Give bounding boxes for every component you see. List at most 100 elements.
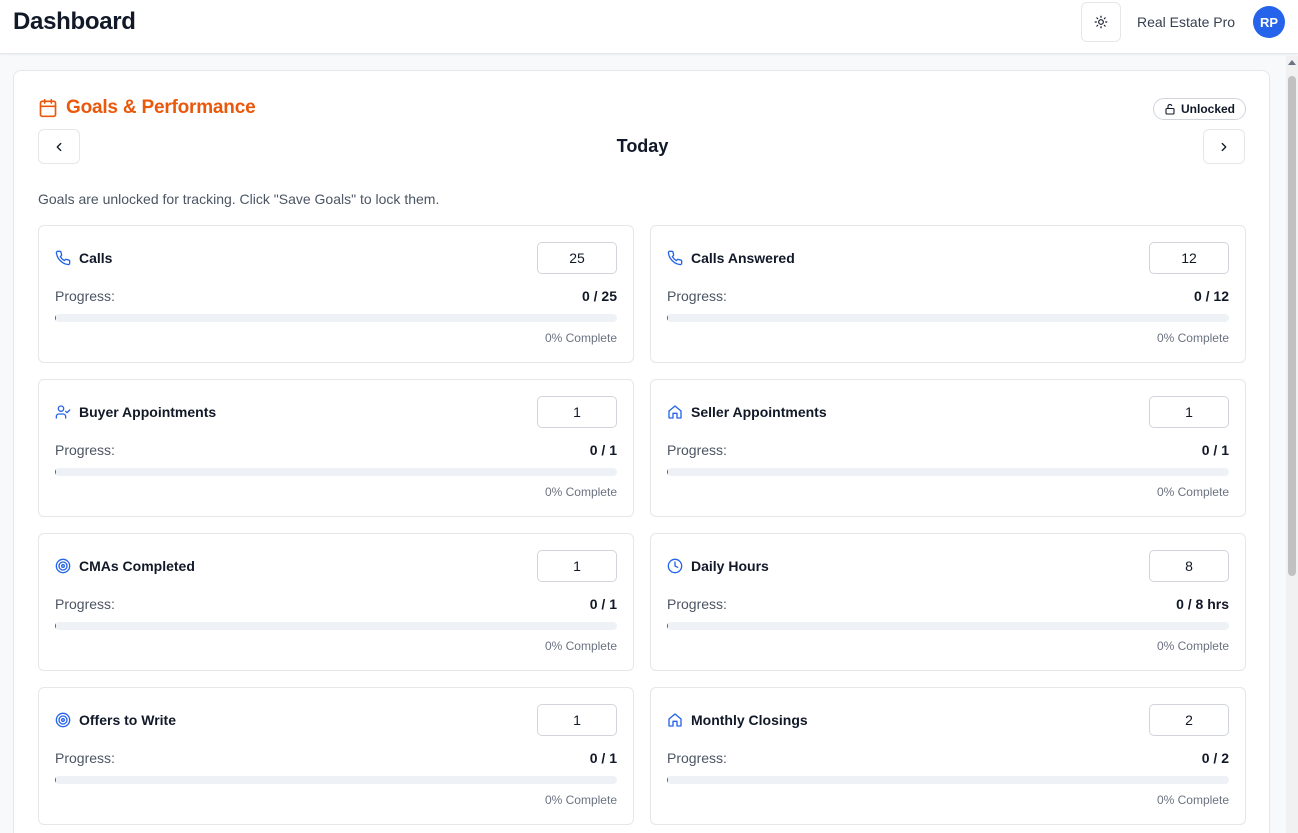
goal-label: CMAs Completed [79, 558, 195, 574]
lock-status-badge[interactable]: Unlocked [1153, 98, 1247, 120]
goal-card-header: Buyer Appointments [55, 404, 216, 420]
progress-label: Progress: [667, 288, 727, 304]
goal-card: Seller Appointments Progress: 0 / 1 0% Comp… [650, 379, 1246, 517]
brand-name: Real Estate Pro [1137, 14, 1236, 30]
goals-panel: Goals & Performance Unlocked Today Goals… [13, 70, 1270, 833]
progress-value: 0 / 8 hrs [1176, 596, 1229, 612]
progress-bar [55, 776, 617, 784]
goal-label: Monthly Closings [691, 712, 808, 728]
target-icon [55, 558, 71, 574]
period-label: Today [616, 136, 669, 156]
chevron-right-icon [1217, 140, 1231, 154]
progress-label: Progress: [55, 288, 115, 304]
goal-card: Buyer Appointments Progress: 0 / 1 0% Compl… [38, 379, 634, 517]
goal-target-input[interactable] [537, 242, 617, 274]
progress-percent: 0% Complete [544, 331, 617, 345]
clock-icon [667, 558, 683, 574]
phone-icon [667, 250, 683, 266]
goal-label: Offers to Write [79, 712, 176, 728]
goal-label: Calls Answered [691, 250, 795, 266]
avatar[interactable]: RP [1253, 6, 1285, 38]
scrollbar-thumb[interactable] [1288, 76, 1296, 576]
goal-target-input[interactable] [537, 396, 617, 428]
progress-label: Progress: [667, 750, 727, 766]
progress-value: 0 / 1 [589, 596, 617, 612]
progress-bar-fill [667, 314, 668, 322]
progress-bar-fill [55, 622, 56, 630]
user-check-icon [55, 404, 71, 420]
goal-card-header: Monthly Closings [667, 712, 808, 728]
panel-header: Goals & Performance [38, 97, 256, 119]
scrollbar[interactable] [1286, 56, 1298, 833]
theme-toggle-button[interactable] [1081, 2, 1121, 42]
lock-status-label: Unlocked [1181, 102, 1236, 116]
goal-card: Monthly Closings Progress: 0 / 2 0% Complet… [650, 687, 1246, 825]
progress-label: Progress: [667, 596, 727, 612]
progress-bar [55, 468, 617, 476]
goal-card-header: Offers to Write [55, 712, 176, 728]
progress-bar-fill [55, 468, 56, 476]
calendar-icon [38, 98, 58, 118]
goal-label: Calls [79, 250, 113, 266]
progress-value: 0 / 1 [1201, 442, 1229, 458]
scroll-up-arrow[interactable] [1288, 60, 1296, 65]
phone-icon [55, 250, 71, 266]
unlock-notice: Goals are unlocked for tracking. Click "… [38, 191, 440, 207]
goal-card-header: Daily Hours [667, 558, 769, 574]
progress-label: Progress: [55, 442, 115, 458]
goal-target-input[interactable] [1149, 704, 1229, 736]
top-bar: Dashboard Real Estate Pro RP [0, 0, 1298, 54]
goal-card: Daily Hours Progress: 0 / 8 hrs 0% Complete [650, 533, 1246, 671]
progress-value: 0 / 2 [1201, 750, 1229, 766]
goal-card-header: Calls Answered [667, 250, 795, 266]
progress-bar-fill [667, 776, 668, 784]
progress-value: 0 / 1 [589, 750, 617, 766]
progress-bar [667, 314, 1229, 322]
progress-bar-fill [55, 776, 56, 784]
progress-percent: 0% Complete [1156, 793, 1229, 807]
progress-label: Progress: [667, 442, 727, 458]
home-icon [667, 404, 683, 420]
goal-card-header: Seller Appointments [667, 404, 827, 420]
progress-percent: 0% Complete [544, 793, 617, 807]
progress-label: Progress: [55, 596, 115, 612]
goal-target-input[interactable] [537, 550, 617, 582]
home-icon [667, 712, 683, 728]
goal-target-input[interactable] [1149, 242, 1229, 274]
goal-card-header: CMAs Completed [55, 558, 195, 574]
panel-title: Goals & Performance [66, 97, 256, 118]
goal-target-input[interactable] [1149, 396, 1229, 428]
progress-value: 0 / 25 [581, 288, 617, 304]
goal-label: Daily Hours [691, 558, 769, 574]
progress-bar [55, 622, 617, 630]
progress-value: 0 / 12 [1193, 288, 1229, 304]
goal-card: Calls Answered Progress: 0 / 12 0% Complete [650, 225, 1246, 363]
target-icon [55, 712, 71, 728]
progress-percent: 0% Complete [544, 485, 617, 499]
progress-bar-fill [667, 468, 668, 476]
goal-card: CMAs Completed Progress: 0 / 1 0% Complete [38, 533, 634, 671]
progress-bar [667, 776, 1229, 784]
goal-label: Seller Appointments [691, 404, 827, 420]
goal-card: Calls Progress: 0 / 25 0% Complete [38, 225, 634, 363]
next-period-button[interactable] [1203, 129, 1245, 164]
progress-percent: 0% Complete [544, 639, 617, 653]
unlock-icon [1164, 103, 1176, 115]
sun-icon [1094, 15, 1108, 29]
progress-bar-fill [55, 314, 56, 322]
progress-bar [667, 468, 1229, 476]
goal-target-input[interactable] [537, 704, 617, 736]
goal-target-input[interactable] [1149, 550, 1229, 582]
page-title: Dashboard [13, 8, 136, 35]
goal-label: Buyer Appointments [79, 404, 217, 420]
progress-label: Progress: [55, 750, 115, 766]
goal-card: Offers to Write Progress: 0 / 1 0% Complete [38, 687, 634, 825]
progress-percent: 0% Complete [1156, 639, 1229, 653]
progress-percent: 0% Complete [1156, 485, 1229, 499]
progress-bar [667, 622, 1229, 630]
progress-bar [55, 314, 617, 322]
goal-card-header: Calls [55, 250, 112, 266]
progress-percent: 0% Complete [1156, 331, 1229, 345]
progress-value: 0 / 1 [589, 442, 617, 458]
progress-bar-fill [667, 622, 668, 630]
